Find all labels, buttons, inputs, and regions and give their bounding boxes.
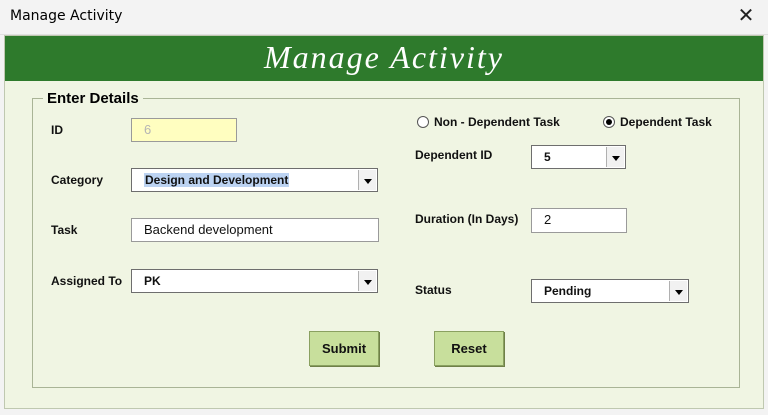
radio-off-icon	[417, 116, 429, 128]
non-dependent-task-label: Non - Dependent Task	[434, 115, 560, 129]
dependent-id-select[interactable]: 5	[531, 145, 626, 169]
submit-button[interactable]: Submit	[309, 331, 379, 366]
banner-title: Manage Activity	[264, 39, 504, 75]
header-banner: Manage Activity	[5, 36, 763, 81]
dependent-task-label: Dependent Task	[620, 115, 712, 129]
chevron-down-icon[interactable]	[669, 281, 687, 301]
assigned-to-select[interactable]: PK	[131, 269, 378, 293]
duration-label: Duration (In Days)	[415, 212, 519, 226]
category-value: Design and Development	[144, 173, 290, 187]
id-field[interactable]: 6	[131, 118, 237, 142]
chevron-down-icon[interactable]	[358, 170, 376, 190]
frame-legend: Enter Details	[43, 90, 143, 107]
radio-on-icon	[603, 116, 615, 128]
category-select[interactable]: Design and Development	[131, 168, 378, 192]
dependent-id-label: Dependent ID	[415, 148, 493, 162]
form-window: Manage Activity Enter Details ID 6 Categ…	[4, 35, 764, 409]
category-label: Category	[51, 173, 104, 187]
window-titlebar: Manage Activity ✕	[0, 0, 768, 35]
duration-field[interactable]: 2	[531, 208, 627, 233]
chevron-down-icon[interactable]	[606, 147, 624, 167]
task-field[interactable]: Backend development	[131, 218, 379, 242]
reset-button[interactable]: Reset	[434, 331, 504, 366]
status-value: Pending	[544, 284, 592, 298]
chevron-down-icon[interactable]	[358, 271, 376, 291]
window-title: Manage Activity	[10, 8, 123, 24]
id-label: ID	[51, 123, 63, 137]
status-select[interactable]: Pending	[531, 279, 689, 303]
assigned-to-label: Assigned To	[51, 274, 123, 288]
task-label: Task	[51, 223, 78, 237]
close-icon[interactable]: ✕	[736, 5, 756, 27]
assigned-to-value: PK	[144, 274, 161, 288]
dependent-id-value: 5	[544, 150, 551, 164]
status-label: Status	[415, 283, 452, 297]
